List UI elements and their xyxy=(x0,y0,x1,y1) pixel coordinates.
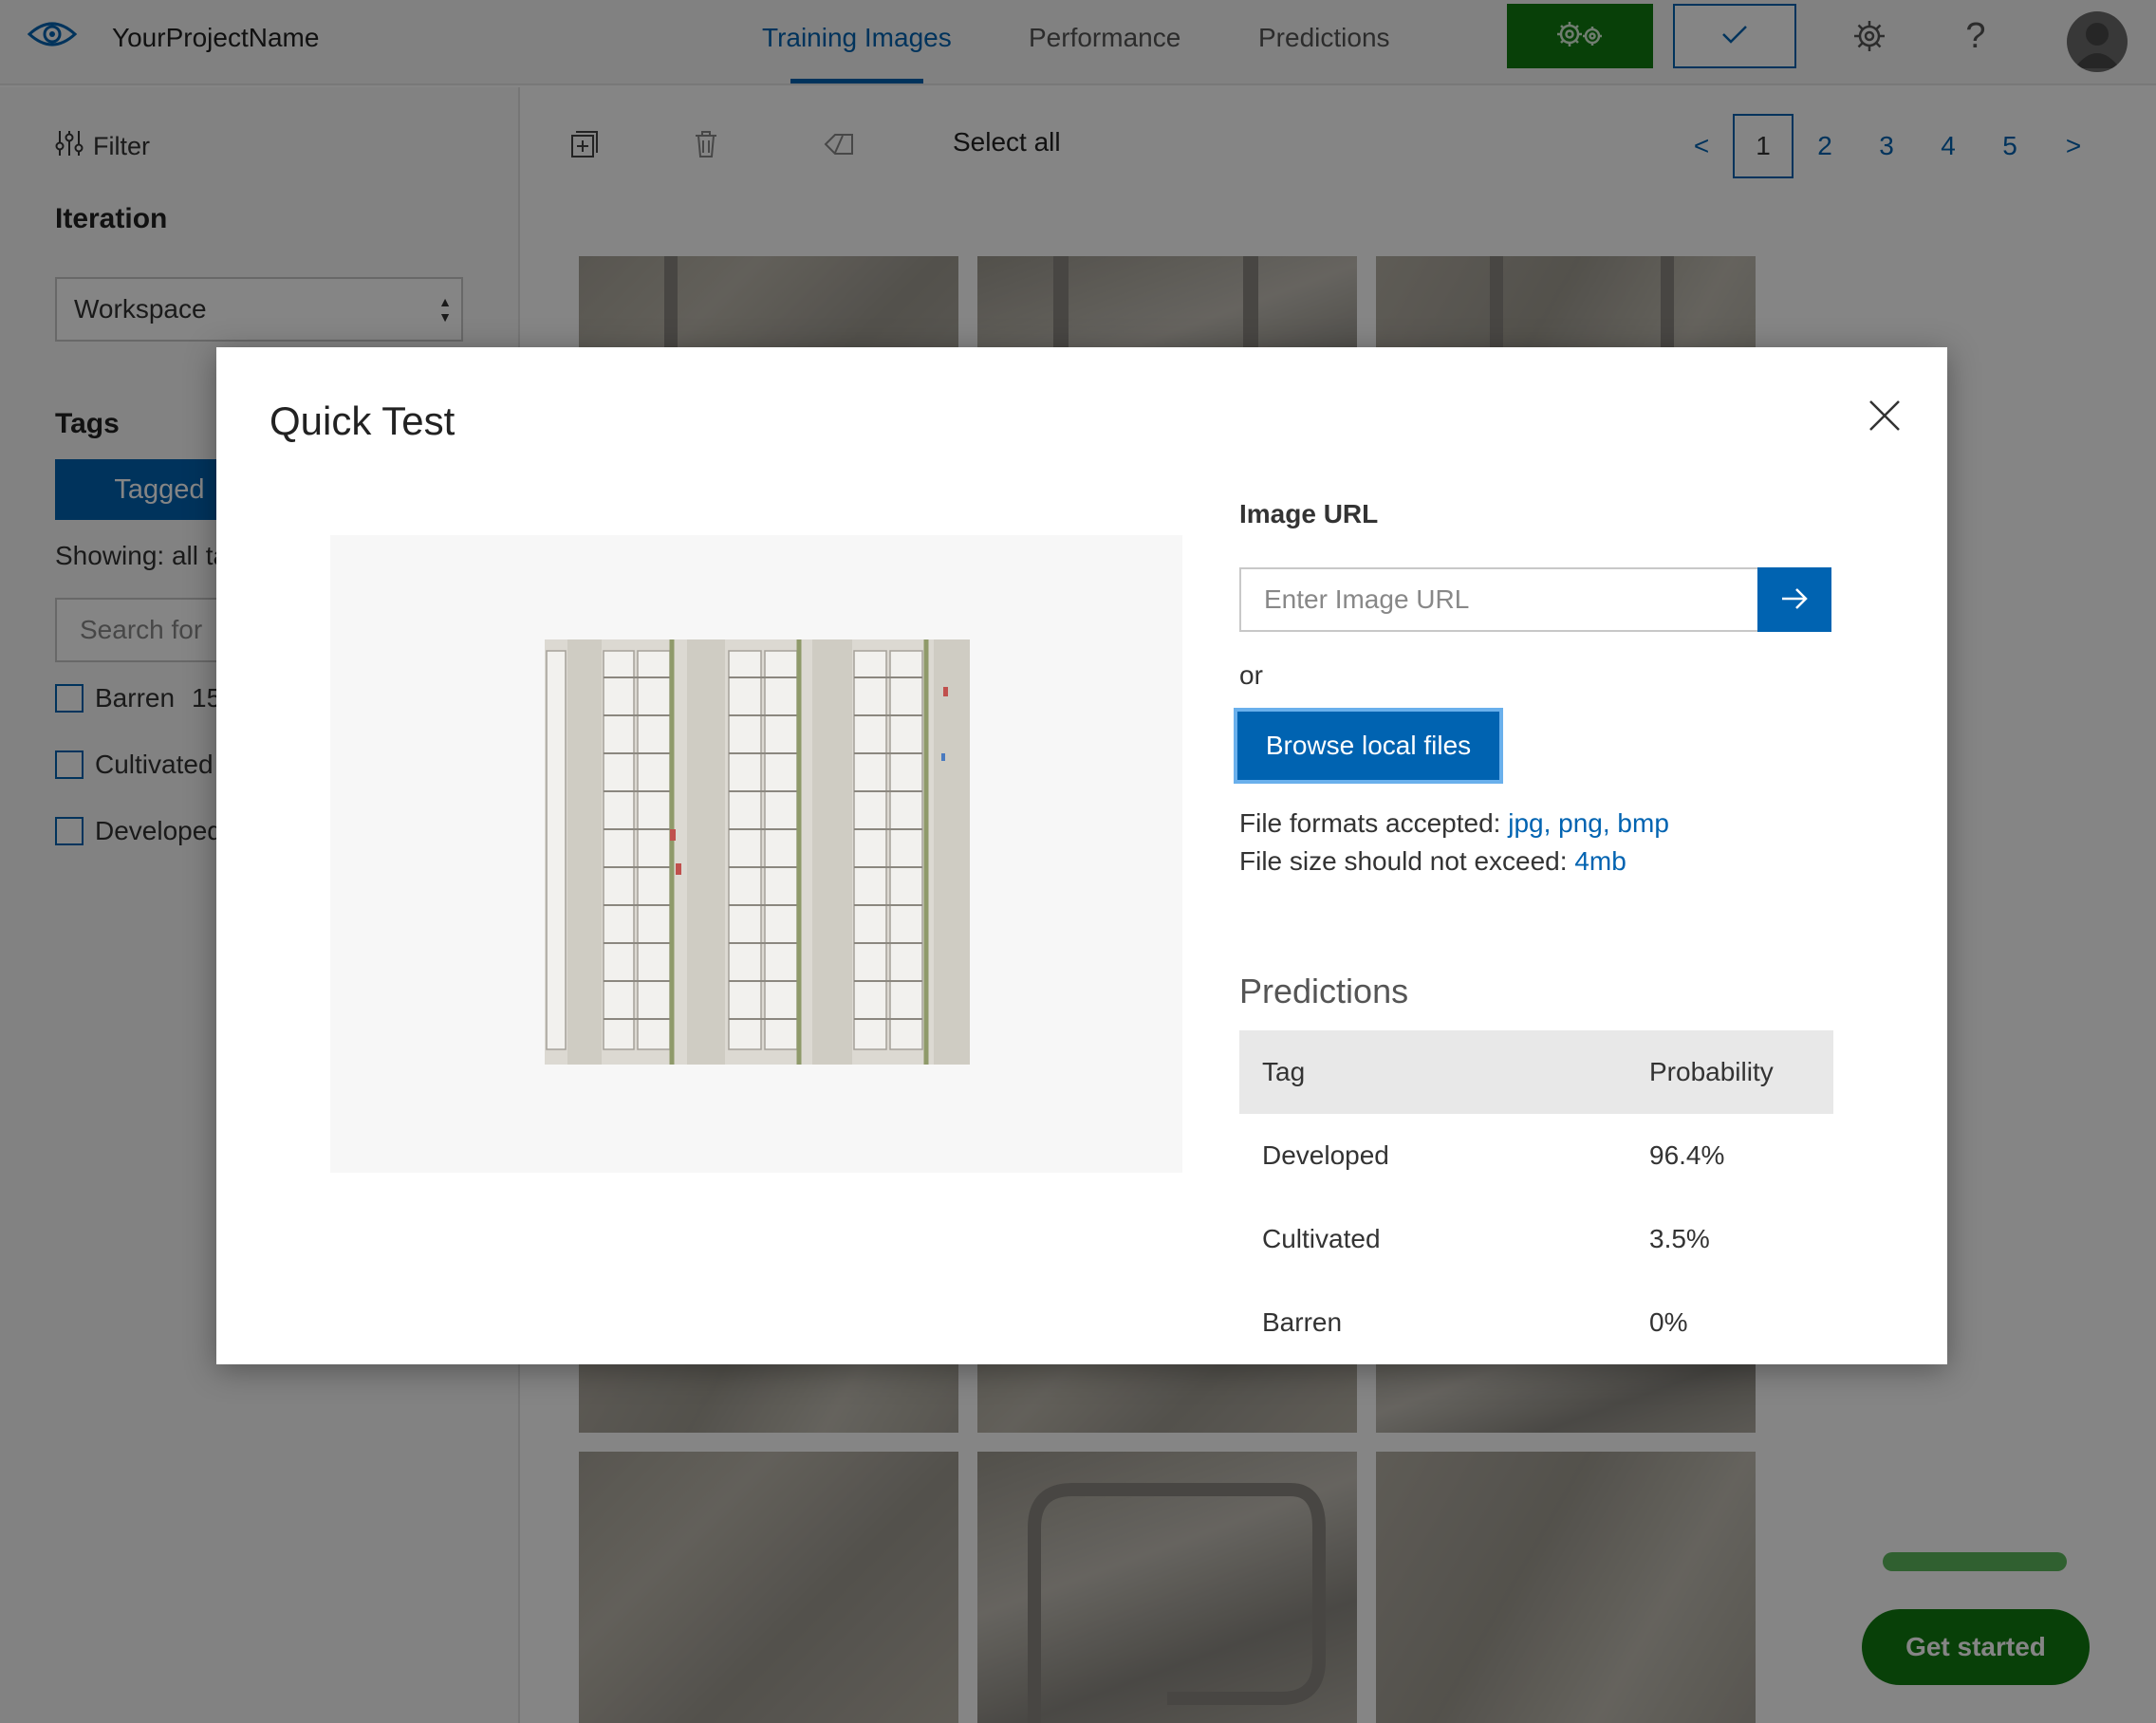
or-separator: or xyxy=(1239,660,1263,690)
image-url-label: Image URL xyxy=(1239,499,1379,528)
file-size-label: File size should not exceed: xyxy=(1239,846,1568,876)
image-url-input[interactable] xyxy=(1239,567,1759,632)
column-header-tag: Tag xyxy=(1262,1057,1306,1086)
arrow-right-icon xyxy=(1779,585,1810,615)
table-row: Developed 96.4% xyxy=(1239,1114,1833,1197)
close-icon[interactable] xyxy=(1866,397,1904,435)
table-header: Tag Probability xyxy=(1239,1030,1833,1114)
table-row: Barren 0% xyxy=(1239,1281,1833,1364)
browse-local-files-button[interactable]: Browse local files xyxy=(1234,708,1503,784)
submit-url-button[interactable] xyxy=(1757,567,1831,632)
prediction-probability: 3.5% xyxy=(1649,1224,1710,1253)
prediction-probability: 0% xyxy=(1649,1307,1688,1337)
column-header-probability: Probability xyxy=(1649,1057,1774,1086)
quick-test-dialog: Quick Test Image URL Enter Image URL or … xyxy=(216,347,1947,1364)
table-row: Cultivated 3.5% xyxy=(1239,1197,1833,1281)
predictions-table: Tag Probability Developed 96.4% Cultivat… xyxy=(1239,1030,1833,1364)
file-formats-info: File formats accepted: jpg, png, bmp xyxy=(1239,808,1669,839)
file-size-value: 4mb xyxy=(1574,846,1626,876)
predictions-heading: Predictions xyxy=(1239,972,1409,1010)
file-size-info: File size should not exceed: 4mb xyxy=(1239,846,1626,877)
file-formats-value: jpg, png, bmp xyxy=(1508,808,1669,838)
image-preview-area xyxy=(330,535,1182,1173)
prediction-tag: Cultivated xyxy=(1262,1224,1381,1253)
prediction-probability: 96.4% xyxy=(1649,1140,1725,1170)
test-image xyxy=(545,639,970,1065)
prediction-tag: Barren xyxy=(1262,1307,1343,1337)
dialog-title: Quick Test xyxy=(270,398,455,443)
file-formats-label: File formats accepted: xyxy=(1239,808,1501,838)
prediction-tag: Developed xyxy=(1262,1140,1389,1170)
